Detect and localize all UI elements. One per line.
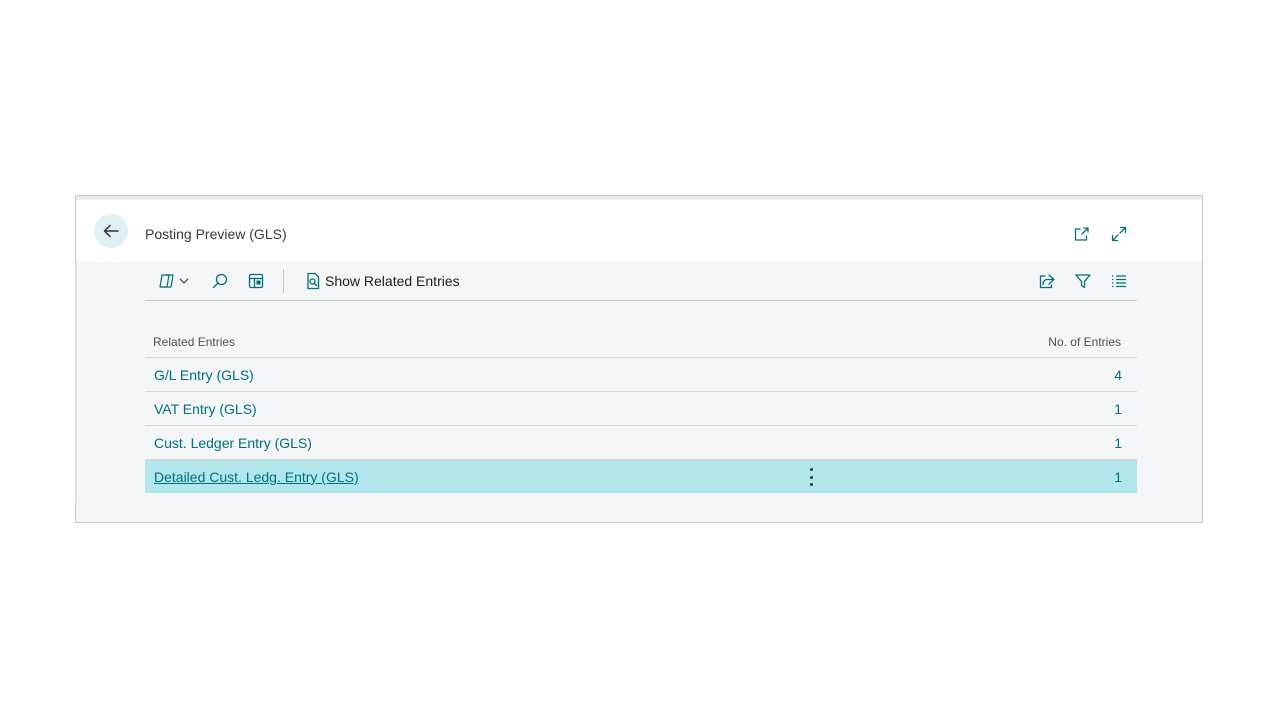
search-icon (212, 273, 228, 289)
back-button[interactable] (94, 214, 128, 248)
open-in-new-window-icon (1074, 227, 1089, 241)
entry-name-link[interactable]: Cust. Ledger Entry (GLS) (154, 435, 312, 451)
left-edge-bar (75, 262, 77, 502)
document-search-icon (307, 272, 320, 290)
grid-header: Related Entries No. of Entries (145, 326, 1137, 358)
table-row[interactable]: G/L Entry (GLS) 4 (145, 358, 1137, 392)
entry-name-link[interactable]: VAT Entry (GLS) (154, 401, 257, 417)
table-row[interactable]: VAT Entry (GLS) 1 (145, 392, 1137, 426)
layout-icon (248, 273, 264, 289)
entry-count-link[interactable]: 1 (1114, 469, 1122, 485)
copilot-icon (159, 274, 189, 288)
dialog-header: Posting Preview (GLS) (76, 200, 1202, 262)
show-related-entries-label: Show Related Entries (325, 273, 460, 289)
filter-button[interactable] (1073, 270, 1093, 292)
open-in-new-window-button[interactable] (1072, 224, 1092, 244)
entry-name-link[interactable]: G/L Entry (GLS) (154, 367, 254, 383)
action-toolbar: Show Related Entries (145, 262, 1137, 301)
entry-count-link[interactable]: 4 (1114, 367, 1122, 383)
back-arrow-icon (103, 224, 119, 238)
table-row-selected[interactable]: Detailed Cust. Ledg. Entry (GLS) 1 (145, 460, 1137, 493)
expand-button[interactable] (1109, 224, 1129, 244)
entry-count-link[interactable]: 1 (1114, 401, 1122, 417)
entry-count-link[interactable]: 1 (1114, 435, 1122, 451)
page-title: Posting Preview (GLS) (145, 226, 287, 242)
layout-button[interactable] (246, 270, 266, 292)
list-view-button[interactable] (1109, 270, 1129, 292)
posting-preview-dialog: Posting Preview (GLS) Show Related Entri… (75, 195, 1203, 523)
list-icon (1112, 275, 1126, 288)
related-entries-grid: Related Entries No. of Entries G/L Entry… (145, 326, 1137, 493)
expand-icon (1111, 226, 1127, 242)
row-actions-menu-icon[interactable] (809, 468, 813, 486)
entry-name-link[interactable]: Detailed Cust. Ledg. Entry (GLS) (154, 469, 359, 485)
filter-icon (1075, 274, 1091, 289)
column-header-no-of-entries[interactable]: No. of Entries (1048, 335, 1121, 349)
share-icon (1039, 274, 1055, 289)
share-button[interactable] (1037, 270, 1057, 292)
toolbar-separator (283, 269, 284, 293)
table-row[interactable]: Cust. Ledger Entry (GLS) 1 (145, 426, 1137, 460)
copilot-button[interactable] (157, 270, 191, 292)
column-header-related-entries[interactable]: Related Entries (153, 335, 235, 349)
show-related-entries-button[interactable]: Show Related Entries (305, 270, 460, 292)
search-button[interactable] (210, 270, 230, 292)
